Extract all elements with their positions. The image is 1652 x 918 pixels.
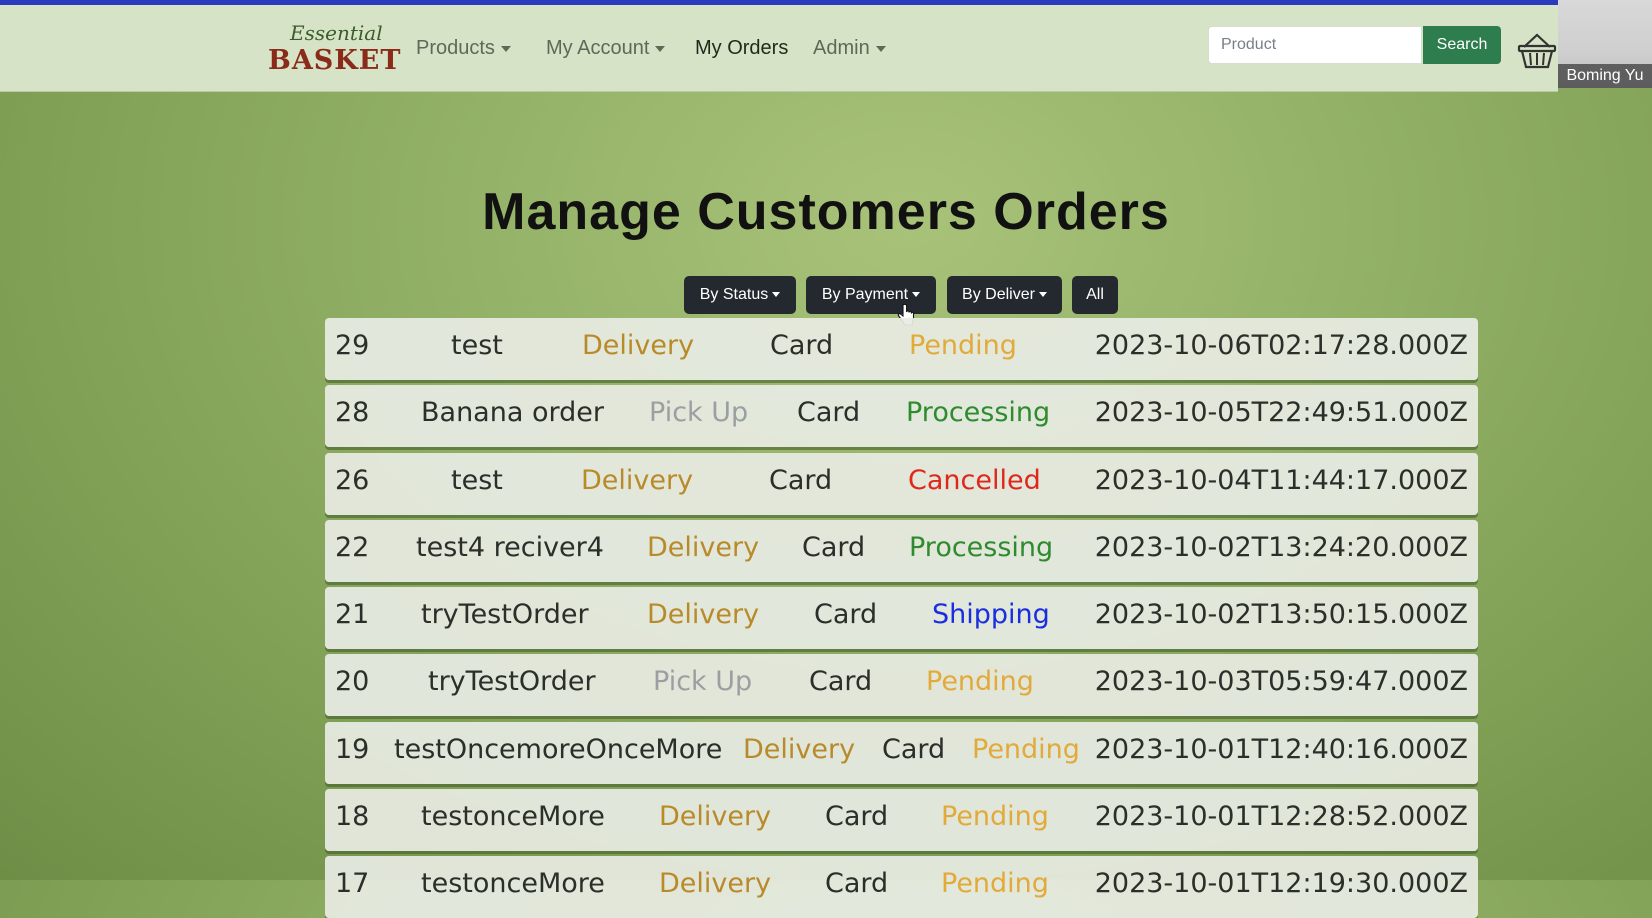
order-payment: Card (825, 868, 889, 899)
order-date: 2023-10-01T12:40:16.000Z (1094, 734, 1468, 765)
order-delivery: Pick Up (649, 397, 749, 428)
filter-by-payment-button[interactable]: By Payment (806, 276, 936, 314)
filter-by-deliver-button[interactable]: By Deliver (947, 276, 1062, 314)
nav-my-account-label: My Account (546, 37, 650, 59)
order-payment: Card (809, 666, 873, 697)
order-name: test4 reciver4 (416, 532, 604, 563)
brand-script-text: Essential (290, 21, 383, 45)
order-id: 20 (335, 666, 370, 697)
order-status: Processing (906, 397, 1051, 428)
chevron-down-icon (912, 292, 921, 298)
order-delivery: Delivery (581, 465, 694, 496)
basket-icon[interactable] (1516, 31, 1558, 71)
order-status: Pending (909, 330, 1017, 361)
order-payment: Card (770, 330, 834, 361)
nav-products-label: Products (416, 37, 495, 59)
order-row[interactable]: 21 tryTestOrder Delivery Card Shipping 2… (325, 587, 1478, 649)
order-date: 2023-10-01T12:28:52.000Z (1094, 801, 1468, 832)
order-row[interactable]: 20 tryTestOrder Pick Up Card Pending 202… (325, 654, 1478, 716)
order-date: 2023-10-03T05:59:47.000Z (1094, 666, 1468, 697)
order-row[interactable]: 28 Banana order Pick Up Card Processing … (325, 385, 1478, 447)
order-payment: Card (797, 397, 861, 428)
order-status: Pending (941, 868, 1049, 899)
participant-name: Boming Yu (1558, 64, 1652, 88)
order-id: 26 (335, 465, 370, 496)
participant-video-tile: Boming Yu (1558, 0, 1652, 88)
order-status: Pending (941, 801, 1049, 832)
filter-by-status-button[interactable]: By Status (684, 276, 796, 314)
order-id: 19 (335, 734, 370, 765)
navbar: Essential BASKET Products My Account My … (0, 5, 1558, 92)
order-payment: Card (825, 801, 889, 832)
order-date: 2023-10-01T12:19:30.000Z (1094, 868, 1468, 899)
order-date: 2023-10-04T11:44:17.000Z (1094, 465, 1468, 496)
order-name: tryTestOrder (421, 599, 589, 630)
order-delivery: Delivery (743, 734, 856, 765)
order-delivery: Delivery (582, 330, 695, 361)
filter-by-status-label: By Status (699, 286, 769, 303)
order-status: Pending (972, 734, 1080, 765)
order-row[interactable]: 19 testOncemoreOnceMore Delivery Card Pe… (325, 722, 1478, 784)
order-payment: Card (769, 465, 833, 496)
order-id: 29 (335, 330, 370, 361)
order-row[interactable]: 18 testonceMore Delivery Card Pending 20… (325, 789, 1478, 851)
order-row[interactable]: 22 test4 reciver4 Delivery Card Processi… (325, 520, 1478, 582)
chevron-down-icon (500, 45, 511, 52)
order-status: Shipping (932, 599, 1050, 630)
filter-by-payment-label: By Payment (821, 286, 909, 303)
order-name: Banana order (421, 397, 604, 428)
search-button[interactable]: Search (1423, 26, 1501, 64)
order-name: testonceMore (421, 801, 605, 832)
order-payment: Card (882, 734, 946, 765)
filter-all-label: All (1086, 286, 1104, 303)
order-id: 21 (335, 599, 370, 630)
nav-my-account[interactable]: My Account (546, 37, 666, 60)
order-name: tryTestOrder (428, 666, 596, 697)
order-id: 17 (335, 868, 370, 899)
nav-my-orders[interactable]: My Orders (695, 37, 788, 60)
order-id: 18 (335, 801, 370, 832)
order-delivery: Delivery (659, 868, 772, 899)
order-status: Cancelled (908, 465, 1041, 496)
nav-products[interactable]: Products (416, 37, 511, 60)
nav-admin[interactable]: Admin (813, 37, 886, 60)
brand-logo[interactable]: Essential BASKET (266, 17, 400, 77)
order-payment: Card (802, 532, 866, 563)
filter-bar: By Status By Payment By Deliver All (0, 276, 1652, 314)
order-name: test (451, 465, 503, 496)
order-date: 2023-10-02T13:50:15.000Z (1094, 599, 1468, 630)
search-input[interactable] (1208, 26, 1422, 64)
nav-admin-label: Admin (813, 37, 870, 59)
order-row[interactable]: 26 test Delivery Card Cancelled 2023-10-… (325, 453, 1478, 515)
order-id: 22 (335, 532, 370, 563)
order-delivery: Delivery (659, 801, 772, 832)
order-name: testOncemoreOnceMore (394, 734, 723, 765)
order-date: 2023-10-02T13:24:20.000Z (1094, 532, 1468, 563)
order-date: 2023-10-06T02:17:28.000Z (1094, 330, 1468, 361)
order-row[interactable]: 29 test Delivery Card Pending 2023-10-06… (325, 318, 1478, 380)
chevron-down-icon (875, 45, 886, 52)
filter-by-deliver-label: By Deliver (962, 286, 1035, 303)
order-delivery: Pick Up (653, 666, 753, 697)
filter-all-button[interactable]: All (1072, 276, 1118, 314)
chevron-down-icon (1038, 292, 1047, 298)
page-title: Manage Customers Orders (482, 183, 1170, 241)
order-status: Pending (926, 666, 1034, 697)
chevron-down-icon (772, 292, 781, 298)
order-name: testonceMore (421, 868, 605, 899)
order-name: test (451, 330, 503, 361)
order-status: Processing (909, 532, 1054, 563)
brand-word-text: BASKET (268, 45, 402, 76)
nav-my-orders-label: My Orders (695, 37, 789, 59)
order-delivery: Delivery (647, 599, 760, 630)
order-row[interactable]: 17 testonceMore Delivery Card Pending 20… (325, 856, 1478, 918)
order-delivery: Delivery (647, 532, 760, 563)
order-id: 28 (335, 397, 370, 428)
order-payment: Card (814, 599, 878, 630)
chevron-down-icon (655, 45, 666, 52)
order-date: 2023-10-05T22:49:51.000Z (1094, 397, 1468, 428)
